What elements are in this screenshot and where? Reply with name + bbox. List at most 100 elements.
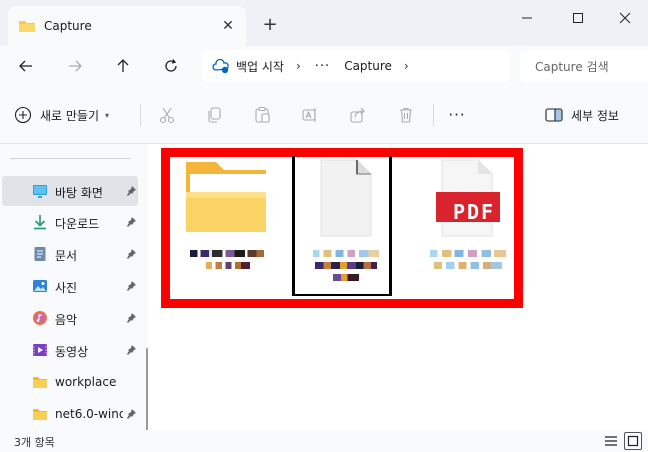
file-list: PDF (158, 144, 648, 430)
pin-icon[interactable] (125, 312, 137, 324)
up-button[interactable] (111, 54, 135, 78)
desktop-icon (33, 185, 47, 198)
address-bar[interactable]: 백업 시작 › ··· Capture › (202, 50, 510, 82)
command-bar: 새로 만들기 ▾ ··· 세부 정보 (0, 86, 648, 144)
status-bar: 3개 항목 (0, 430, 648, 452)
cut-button[interactable] (156, 104, 178, 126)
breadcrumb-current[interactable]: Capture (344, 59, 392, 73)
new-tab-button[interactable]: + (258, 12, 282, 36)
navigation-pane: 바탕 화면 다운로드 문서 사진 음악 동영상 workplace net6.0… (0, 144, 148, 430)
toolbar-divider (433, 104, 434, 126)
sidebar-divider (10, 158, 130, 159)
sidebar-scrollbar[interactable] (146, 348, 148, 430)
sidebar-item-videos[interactable]: 동영상 (2, 335, 138, 365)
pin-icon[interactable] (125, 408, 137, 420)
sidebar-item-label: 문서 (55, 249, 78, 263)
trash-icon (400, 107, 412, 123)
arrow-left-icon (19, 60, 32, 72)
back-button[interactable] (14, 54, 38, 78)
sidebar-item-pictures[interactable]: 사진 (2, 271, 138, 301)
sidebar-item-net6-windows[interactable]: net6.0-windows (2, 399, 138, 429)
tab-close-icon[interactable]: ✕ (218, 16, 238, 36)
chevron-down-icon: ▾ (105, 110, 110, 120)
plus-circle-icon (14, 106, 32, 124)
details-pane-icon (545, 108, 563, 122)
minimize-icon (522, 17, 532, 19)
details-pane-button[interactable]: 세부 정보 (545, 103, 619, 127)
document-icon (34, 247, 46, 261)
tab-title: Capture (44, 19, 92, 33)
tiles-view-icon (627, 435, 639, 447)
download-icon (34, 215, 46, 230)
sidebar-item-label: 바탕 화면 (55, 186, 103, 200)
arrow-right-icon (69, 60, 82, 72)
folder-icon (33, 409, 47, 420)
pictures-icon (33, 280, 47, 292)
sidebar-item-label: net6.0-windows (55, 407, 123, 421)
search-input[interactable]: Capture 검색 (520, 50, 648, 82)
share-icon (350, 107, 365, 123)
pin-icon[interactable] (125, 344, 137, 356)
pin-icon[interactable] (125, 248, 137, 260)
file-item-folder[interactable] (176, 156, 276, 296)
sidebar-item-label: 사진 (55, 281, 78, 295)
refresh-icon (165, 59, 177, 72)
new-button[interactable]: 새로 만들기 ▾ (14, 103, 109, 127)
video-icon (33, 344, 47, 356)
pin-icon[interactable] (125, 216, 137, 228)
refresh-button[interactable] (159, 54, 183, 78)
sidebar-item-music[interactable]: 음악 (2, 303, 138, 333)
details-label: 세부 정보 (571, 108, 619, 123)
maximize-icon (573, 13, 583, 23)
more-options-button[interactable]: ··· (446, 104, 468, 126)
breadcrumb-more[interactable]: ··· (315, 59, 330, 74)
folder-icon (19, 21, 35, 32)
minimize-button[interactable] (512, 6, 542, 30)
forward-button[interactable] (63, 54, 87, 78)
clipboard-icon (255, 106, 270, 123)
onedrive-backup-icon (212, 58, 229, 74)
sidebar-item-desktop[interactable]: 바탕 화면 (2, 176, 138, 206)
toolbar-divider (140, 104, 141, 126)
large-icons-view-button[interactable] (624, 432, 642, 450)
maximize-button[interactable] (563, 6, 593, 30)
copy-icon (208, 107, 221, 123)
sidebar-item-label: 다운로드 (55, 217, 100, 231)
file-item-pdf[interactable]: PDF (418, 156, 518, 296)
sidebar-item-documents[interactable]: 문서 (2, 239, 138, 269)
close-icon (619, 12, 631, 24)
chevron-right-icon[interactable]: › (404, 59, 409, 73)
rename-button[interactable] (299, 104, 321, 126)
scissors-icon (159, 107, 175, 124)
pin-icon[interactable] (125, 185, 137, 197)
rename-icon (302, 108, 316, 122)
sidebar-item-label: 동영상 (55, 345, 89, 359)
folder-icon (186, 162, 266, 232)
list-view-icon (605, 436, 617, 446)
chevron-right-icon[interactable]: › (296, 59, 301, 73)
paste-button[interactable] (251, 104, 273, 126)
delete-button[interactable] (395, 104, 417, 126)
file-icon (320, 159, 372, 237)
copy-button[interactable] (203, 104, 225, 126)
tab-bar: Capture ✕ + (0, 0, 648, 46)
file-item-document[interactable] (292, 156, 392, 296)
sidebar-item-downloads[interactable]: 다운로드 (2, 207, 138, 237)
tab-capture[interactable]: Capture ✕ (8, 6, 246, 46)
share-button[interactable] (347, 104, 369, 126)
pin-icon[interactable] (125, 280, 137, 292)
navigation-bar: 백업 시작 › ··· Capture › Capture 검색 (0, 46, 648, 86)
sidebar-item-label: workplace (55, 375, 117, 389)
pdf-icon (436, 159, 500, 237)
details-view-button[interactable] (602, 432, 620, 450)
pdf-badge: PDF (452, 200, 496, 224)
sidebar-item-workplace[interactable]: workplace (2, 367, 138, 397)
breadcrumb-root[interactable]: 백업 시작 (236, 58, 284, 75)
music-icon (33, 311, 47, 325)
close-window-button[interactable] (610, 6, 640, 30)
item-count: 3개 항목 (14, 436, 55, 449)
new-button-label: 새로 만들기 (40, 108, 100, 123)
arrow-up-icon (117, 59, 129, 72)
folder-icon (33, 377, 47, 388)
sidebar-item-label: 음악 (55, 313, 78, 327)
